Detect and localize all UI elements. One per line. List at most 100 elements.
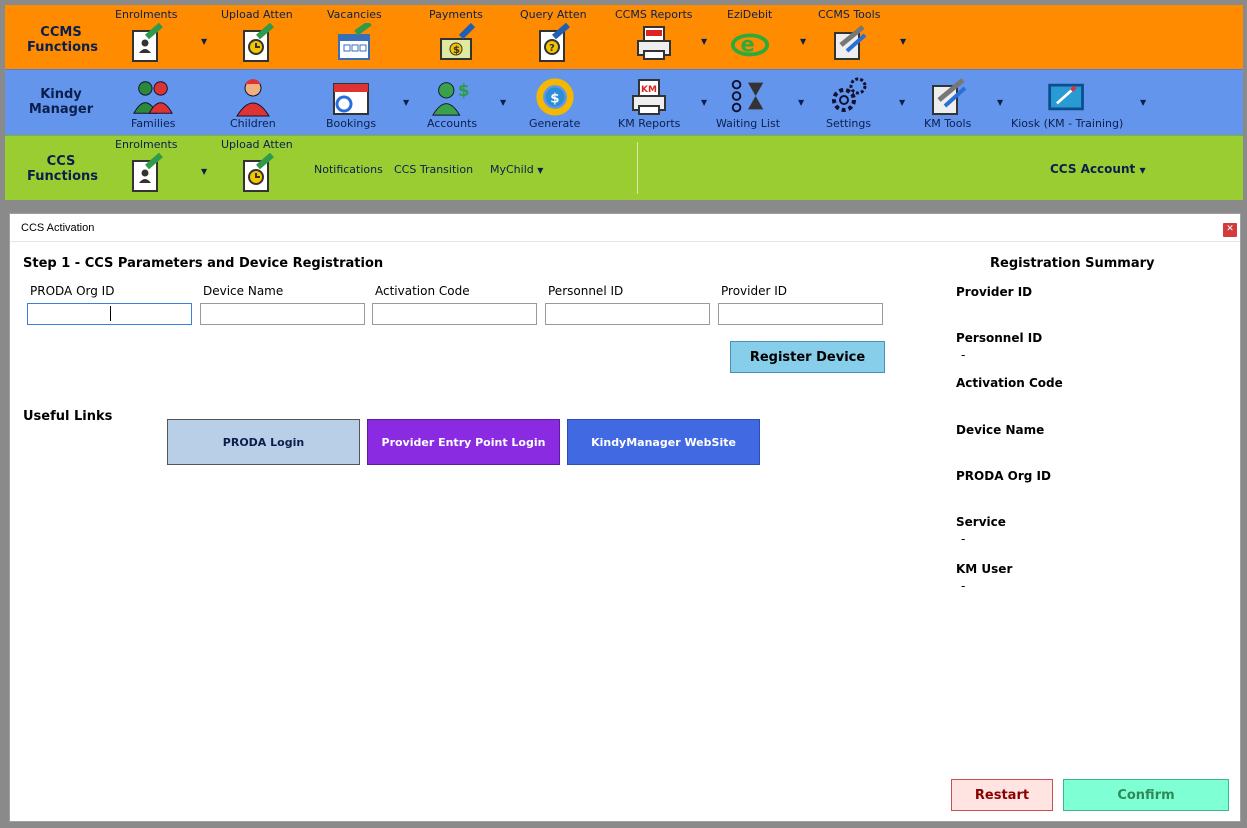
accounts-label: Accounts <box>427 117 478 130</box>
device-name-label: Device Name <box>203 284 284 298</box>
summary-proda-org-id-label: PRODA Org ID <box>956 469 1051 483</box>
km-tools-label: KM Tools <box>924 117 972 130</box>
ccms-enrolments-button[interactable]: Enrolments <box>115 8 178 64</box>
svg-text:$: $ <box>550 92 559 107</box>
ccms-ribbon: CCMS Functions Enrolments ▼ Upload Atten… <box>5 5 1243 69</box>
ccms-vacancies-button[interactable]: Vacancies <box>327 8 382 64</box>
svg-text:$: $ <box>453 45 460 56</box>
summary-service-value: - <box>961 532 966 546</box>
kiosk-dropdown[interactable]: ▼ <box>1140 98 1146 107</box>
calendar-vacancy-icon <box>333 22 375 64</box>
families-label: Families <box>131 117 176 130</box>
summary-km-user-label: KM User <box>956 562 1013 576</box>
bookings-label: Bookings <box>326 117 377 130</box>
accounts-dropdown[interactable]: ▼ <box>500 98 506 107</box>
kiosk-button[interactable]: Kiosk (KM - Training) <box>1011 71 1123 131</box>
waiting-list-button[interactable]: Waiting List <box>716 71 780 131</box>
km-reports-dropdown[interactable]: ▼ <box>701 98 707 107</box>
ccs-account-menu[interactable]: CCS Account ▼ <box>1050 162 1146 176</box>
provider-id-label: Provider ID <box>721 284 787 298</box>
ccs-enrolments-dropdown[interactable]: ▼ <box>201 167 207 176</box>
personnel-id-label: Personnel ID <box>548 284 624 298</box>
device-name-input[interactable] <box>200 303 365 325</box>
ccs-account-label: CCS Account <box>1050 162 1136 176</box>
ccs-upload-atten-button[interactable]: Upload Atten <box>221 138 293 194</box>
upload-attendance-icon <box>236 22 278 64</box>
register-device-button[interactable]: Register Device <box>730 341 885 373</box>
account-dollar-icon: $ <box>431 75 473 119</box>
bookings-dropdown[interactable]: ▼ <box>403 98 409 107</box>
ccs-activation-dialog: CCS Activation ✕ Step 1 - CCS Parameters… <box>9 213 1241 822</box>
ccms-tools-button[interactable]: CCMS Tools <box>818 8 880 64</box>
ccms-tools-dropdown[interactable]: ▼ <box>900 37 906 46</box>
children-button[interactable]: Children <box>230 71 276 131</box>
ccs-ribbon: CCS Functions Enrolments ▼ Upload Atten … <box>5 135 1243 200</box>
ccms-payments-button[interactable]: Payments $ <box>429 8 483 64</box>
ccms-enrolments-dropdown[interactable]: ▼ <box>201 37 207 46</box>
accounts-button[interactable]: $ Accounts <box>427 71 477 131</box>
proda-login-button[interactable]: PRODA Login <box>167 419 360 465</box>
activation-code-input[interactable] <box>372 303 537 325</box>
ccms-reports-dropdown[interactable]: ▼ <box>701 37 707 46</box>
generate-button[interactable]: $ Generate <box>529 71 580 131</box>
bookings-button[interactable]: Bookings <box>326 71 376 131</box>
ccms-ezidebit-dropdown[interactable]: ▼ <box>800 37 806 46</box>
printer-report-icon: KM <box>628 75 670 119</box>
ccms-query-atten-button[interactable]: Query Atten ? <box>520 8 587 64</box>
ccms-upload-atten-label: Upload Atten <box>221 8 293 21</box>
svg-text:e: e <box>740 33 754 57</box>
settings-dropdown[interactable]: ▼ <box>899 98 905 107</box>
km-tools-dropdown[interactable]: ▼ <box>997 98 1003 107</box>
ccms-reports-label: CCMS Reports <box>615 8 693 21</box>
enrolment-form-icon <box>125 152 167 194</box>
ccms-tools-label: CCMS Tools <box>818 8 881 21</box>
ccs-account-dropdown-icon: ▼ <box>1139 166 1146 175</box>
ccms-upload-atten-button[interactable]: Upload Atten <box>221 8 293 64</box>
ccs-group-label: CCS Functions <box>27 154 99 184</box>
confirm-button[interactable]: Confirm <box>1063 779 1229 811</box>
settings-label: Settings <box>826 117 872 130</box>
payment-money-icon: $ <box>435 22 477 64</box>
svg-text:KM: KM <box>641 85 657 95</box>
generate-refresh-dollar-icon: $ <box>534 75 576 119</box>
settings-button[interactable]: Settings <box>826 71 871 131</box>
kiosk-tablet-icon <box>1046 75 1088 119</box>
personnel-id-input[interactable] <box>545 303 710 325</box>
dialog-title-bar: CCS Activation <box>10 214 1240 242</box>
km-reports-label: KM Reports <box>618 117 681 130</box>
step-heading: Step 1 - CCS Parameters and Device Regis… <box>23 256 384 271</box>
ccs-transition-link[interactable]: CCS Transition <box>394 163 473 176</box>
ccs-upload-atten-label: Upload Atten <box>221 138 293 151</box>
summary-km-user-value: - <box>961 579 966 593</box>
ccs-enrolments-button[interactable]: Enrolments <box>115 138 178 194</box>
child-person-icon <box>232 75 274 119</box>
summary-provider-id-label: Provider ID <box>956 285 1033 299</box>
kiosk-label: Kiosk (KM - Training) <box>1011 117 1124 130</box>
calendar-booking-icon <box>330 75 372 119</box>
printer-report-icon <box>633 22 675 64</box>
children-label: Children <box>230 117 276 130</box>
mychild-dropdown-icon: ▼ <box>537 166 544 175</box>
gear-icon <box>828 75 870 119</box>
activation-code-label: Activation Code <box>375 284 470 298</box>
provider-entry-point-login-button[interactable]: Provider Entry Point Login <box>367 419 560 465</box>
enrolment-form-icon <box>125 22 167 64</box>
waiting-list-dropdown[interactable]: ▼ <box>798 98 804 107</box>
close-icon[interactable]: ✕ <box>1223 223 1237 237</box>
ezidebit-logo-icon: e <box>729 22 771 64</box>
restart-button[interactable]: Restart <box>951 779 1053 811</box>
provider-id-input[interactable] <box>718 303 883 325</box>
ccms-ezidebit-label: EziDebit <box>727 8 773 21</box>
ccms-ezidebit-button[interactable]: EziDebit e <box>727 8 772 64</box>
notifications-link[interactable]: Notifications <box>314 163 383 176</box>
km-reports-button[interactable]: KM KM Reports <box>618 71 680 131</box>
ccms-reports-button[interactable]: CCMS Reports <box>615 8 693 64</box>
ccms-group-label: CCMS Functions <box>27 25 99 55</box>
svg-text:$: $ <box>458 81 470 101</box>
mychild-menu[interactable]: MyChild ▼ <box>490 163 543 176</box>
families-button[interactable]: Families <box>131 71 175 131</box>
km-tools-button[interactable]: KM Tools <box>924 71 971 131</box>
registration-summary-heading: Registration Summary <box>990 256 1155 271</box>
kindymanager-website-button[interactable]: KindyManager WebSite <box>567 419 760 465</box>
ccms-query-atten-label: Query Atten <box>520 8 587 21</box>
